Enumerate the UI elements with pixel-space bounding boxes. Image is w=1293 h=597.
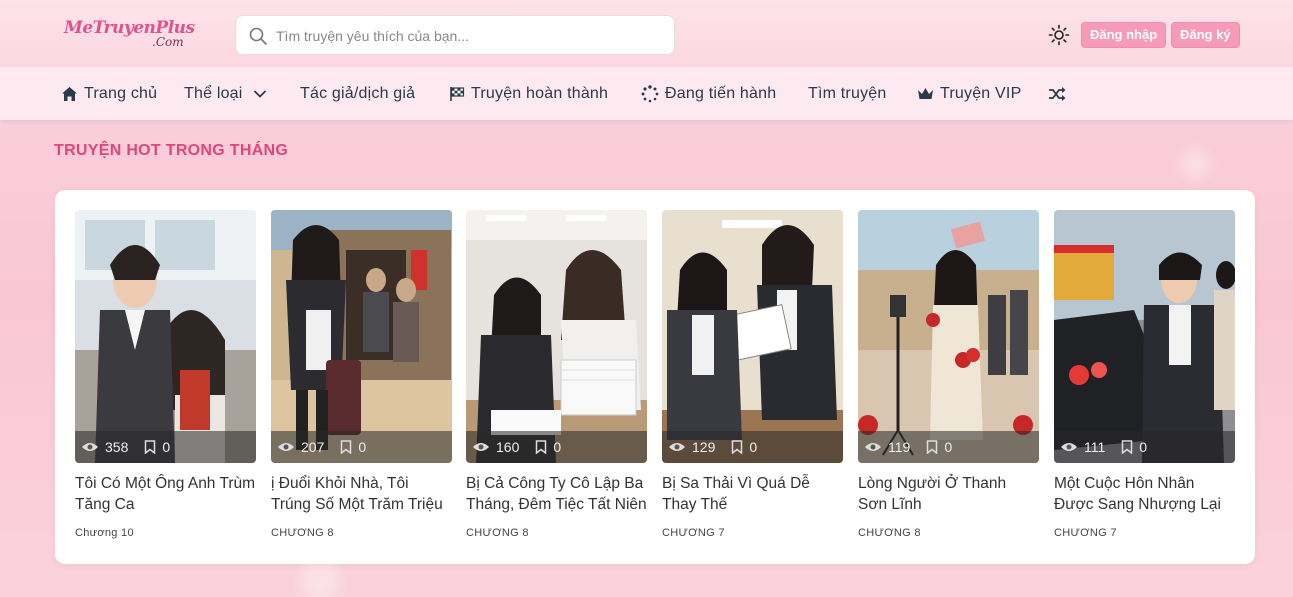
main-nav: Trang chủ Thể loại Tác giả/dịch giả Truy…	[0, 67, 1293, 120]
story-title[interactable]: Một Cuộc Hôn Nhân Được Sang Nhượng Lại	[1054, 473, 1235, 517]
eye-icon	[278, 443, 294, 451]
login-button[interactable]: Đăng nhập	[1081, 22, 1167, 48]
nav-item-ongoing[interactable]: Đang tiến hành	[641, 67, 776, 120]
story-chapter[interactable]: CHƯƠNG 8	[271, 527, 334, 539]
cover-illustration-office-papers	[466, 210, 647, 463]
story-title[interactable]: Bị Cả Công Ty Cô Lập Ba Tháng, Đêm Tiệc …	[466, 473, 647, 517]
story-chapter[interactable]: CHƯƠNG 8	[466, 527, 529, 539]
top-header: MeTruyenPlus .Com Đăng nhập Đăng ký	[0, 0, 1293, 67]
nav-item-random[interactable]	[1048, 67, 1072, 120]
nav-label: Truyện VIP	[940, 84, 1022, 102]
bookmark-count: 0	[162, 439, 171, 455]
eye-icon	[1061, 443, 1077, 451]
story-card[interactable]: 207 0 ị Đuổi Khỏi Nhà, Tôi Trúng Số Một …	[271, 210, 452, 550]
bookmark-count: 0	[1139, 439, 1148, 455]
nav-item-completed[interactable]: Truyện hoàn thành	[449, 67, 608, 120]
bookmark-count: 0	[553, 439, 562, 455]
view-count: 160	[496, 439, 520, 455]
story-stats: 129 0	[662, 431, 843, 463]
eye-icon	[669, 443, 685, 451]
spinner-icon	[641, 84, 659, 102]
story-cover[interactable]: 358 0	[75, 210, 256, 463]
eye-icon	[82, 443, 98, 451]
view-count: 119	[888, 439, 911, 455]
nav-label: Tác giả/dịch giả	[300, 84, 416, 102]
story-chapter[interactable]: CHƯƠNG 7	[662, 527, 725, 539]
home-icon	[62, 86, 77, 101]
story-stats: 358 0	[75, 431, 256, 463]
story-title[interactable]: Tôi Có Một Ông Anh Trùm Tăng Ca	[75, 473, 256, 517]
nav-label: Thể loại	[184, 84, 243, 102]
bookmark-icon	[341, 440, 352, 454]
eye-icon	[865, 443, 881, 451]
nav-item-home[interactable]: Trang chủ	[61, 67, 157, 120]
story-card[interactable]: 129 0 Bị Sa Thải Vì Quá Dễ Thay Thế CHƯƠ…	[662, 210, 843, 550]
chevron-down-icon	[253, 89, 266, 98]
background-bokeh	[300, 560, 340, 597]
story-chapter[interactable]: CHƯƠNG 8	[858, 527, 921, 539]
view-count: 129	[692, 439, 716, 455]
bookmark-icon	[536, 440, 547, 454]
search-input[interactable]	[276, 24, 656, 48]
crown-icon	[918, 87, 933, 99]
eye-icon	[473, 443, 489, 451]
register-button[interactable]: Đăng ký	[1171, 22, 1240, 48]
story-cover[interactable]: 119 0	[858, 210, 1039, 463]
flag-icon	[450, 86, 465, 101]
story-cover[interactable]: 111 0	[1054, 210, 1235, 463]
cover-illustration-car-accident	[1054, 210, 1235, 463]
nav-label: Tìm truyện	[808, 84, 887, 102]
story-title[interactable]: Lòng Người Ở Thanh Sơn Lĩnh	[858, 473, 1039, 517]
story-cover[interactable]: 129 0	[662, 210, 843, 463]
nav-item-search[interactable]: Tìm truyện	[808, 67, 886, 120]
cover-illustration-dismissal	[662, 210, 843, 463]
story-card[interactable]: 358 0 Tôi Có Một Ông Anh Trùm Tăng Ca Ch…	[75, 210, 256, 550]
bookmark-count: 0	[749, 439, 758, 455]
nav-label: Truyện hoàn thành	[471, 84, 609, 102]
story-stats: 207 0	[271, 431, 452, 463]
hot-stories-panel: 358 0 Tôi Có Một Ông Anh Trùm Tăng Ca Ch…	[55, 190, 1255, 564]
nav-item-authors[interactable]: Tác giả/dịch giả	[300, 67, 415, 120]
logo-sub-text: .Com	[152, 35, 184, 49]
story-card[interactable]: 119 0 Lòng Người Ở Thanh Sơn Lĩnh CHƯƠNG…	[858, 210, 1039, 550]
search-box[interactable]	[235, 15, 675, 55]
nav-label: Đang tiến hành	[665, 84, 777, 102]
story-title[interactable]: Bị Sa Thải Vì Quá Dễ Thay Thế	[662, 473, 843, 517]
bookmark-icon	[1122, 440, 1133, 454]
view-count: 111	[1084, 439, 1106, 455]
view-count: 207	[301, 439, 325, 455]
bookmark-count: 0	[358, 439, 367, 455]
nav-label: Trang chủ	[84, 84, 158, 102]
background-bokeh	[1180, 150, 1210, 180]
bookmark-icon	[732, 440, 743, 454]
section-title: TRUYỆN HOT TRONG THÁNG	[54, 142, 289, 159]
story-stats: 160 0	[466, 431, 647, 463]
story-stats: 119 0	[858, 431, 1039, 463]
bookmark-icon	[145, 440, 156, 454]
story-card[interactable]: 111 0 Một Cuộc Hôn Nhân Được Sang Nhượng…	[1054, 210, 1235, 550]
story-cover[interactable]: 207 0	[271, 210, 452, 463]
story-chapter[interactable]: Chương 10	[75, 527, 134, 539]
story-chapter[interactable]: CHƯƠNG 7	[1054, 527, 1117, 539]
story-card[interactable]: 160 0 Bị Cả Công Ty Cô Lập Ba Tháng, Đêm…	[466, 210, 647, 550]
story-stats: 111 0	[1054, 431, 1235, 463]
story-cover[interactable]: 160 0	[466, 210, 647, 463]
cover-illustration-office-couple	[75, 210, 256, 463]
bookmark-icon	[927, 440, 938, 454]
bookmark-count: 0	[944, 439, 953, 455]
nav-item-genres[interactable]: Thể loại	[184, 67, 267, 120]
cover-illustration-village-house	[271, 210, 452, 463]
search-icon	[248, 26, 268, 46]
view-count: 358	[105, 439, 129, 455]
shuffle-icon	[1049, 86, 1066, 101]
sun-icon[interactable]	[1048, 24, 1070, 46]
site-logo[interactable]: MeTruyenPlus .Com	[64, 18, 204, 54]
nav-item-vip[interactable]: Truyện VIP	[917, 67, 1021, 120]
cover-illustration-apple-seller	[858, 210, 1039, 463]
story-title[interactable]: ị Đuổi Khỏi Nhà, Tôi Trúng Số Một Trăm T…	[271, 473, 452, 517]
